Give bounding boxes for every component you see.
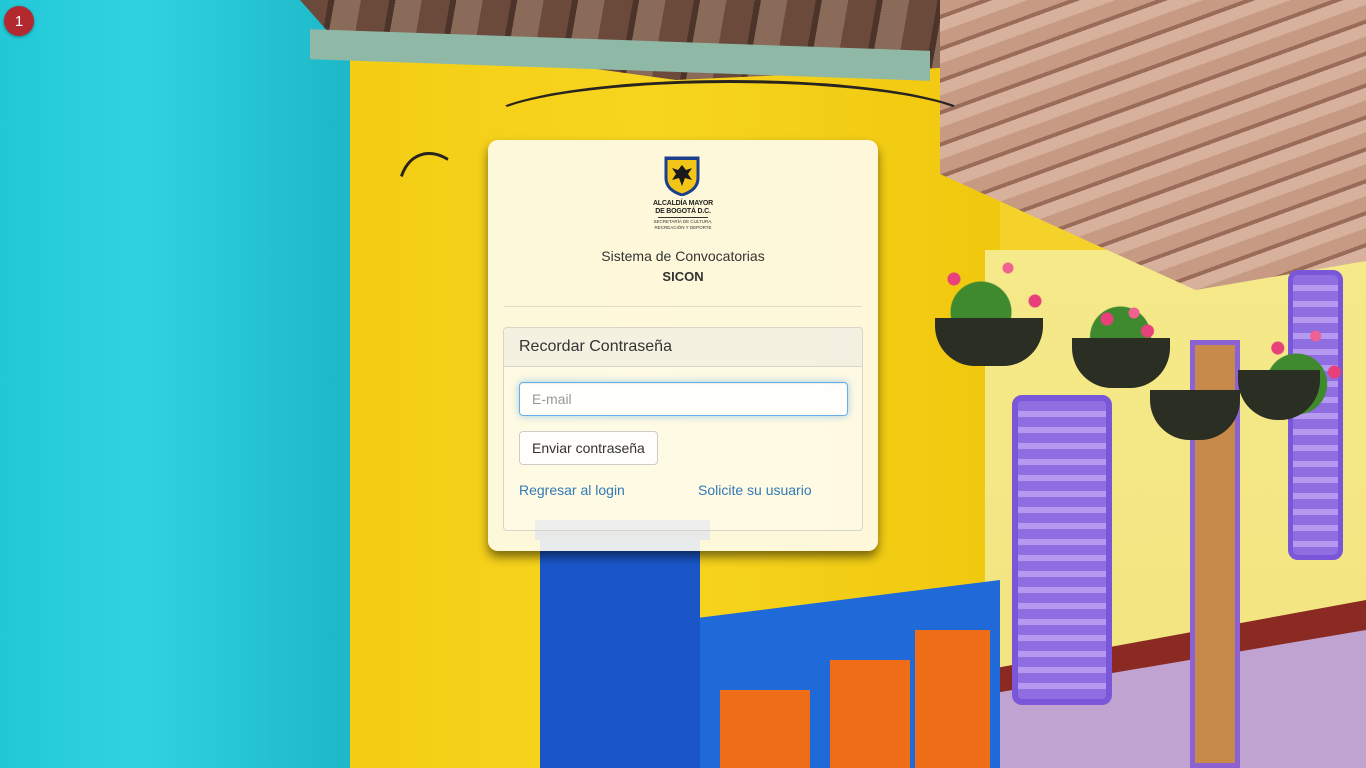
card-divider [504,306,862,307]
recover-password-panel: Recordar Contraseña Enviar contraseña Re… [503,327,863,531]
back-to-login-link[interactable]: Regresar al login [519,482,625,498]
alcaldia-logo: ALCALDÍA MAYOR DE BOGOTÁ D.C. SECRETARÍA… [638,154,728,234]
panel-heading: Recordar Contraseña [504,328,862,367]
logo-text-line4: RECREACIÓN Y DEPORTE [654,225,712,230]
logo-text-line2: DE BOGOTÁ D.C. [655,208,711,215]
logo-text-line3: SECRETARÍA DE CULTURA, [653,219,713,224]
system-name: Sistema de Convocatorias [601,248,765,264]
request-user-link[interactable]: Solicite su usuario [698,482,812,498]
email-input[interactable] [519,382,848,416]
send-password-button[interactable]: Enviar contraseña [519,431,658,465]
logo-text-line1: ALCALDÍA MAYOR [652,200,714,207]
system-code: SICON [662,269,704,284]
logo-divider [658,217,708,218]
step-badge: 1 [4,6,34,36]
password-recovery-card: ALCALDÍA MAYOR DE BOGOTÁ D.C. SECRETARÍA… [488,140,878,551]
bogota-shield-icon [664,156,700,196]
